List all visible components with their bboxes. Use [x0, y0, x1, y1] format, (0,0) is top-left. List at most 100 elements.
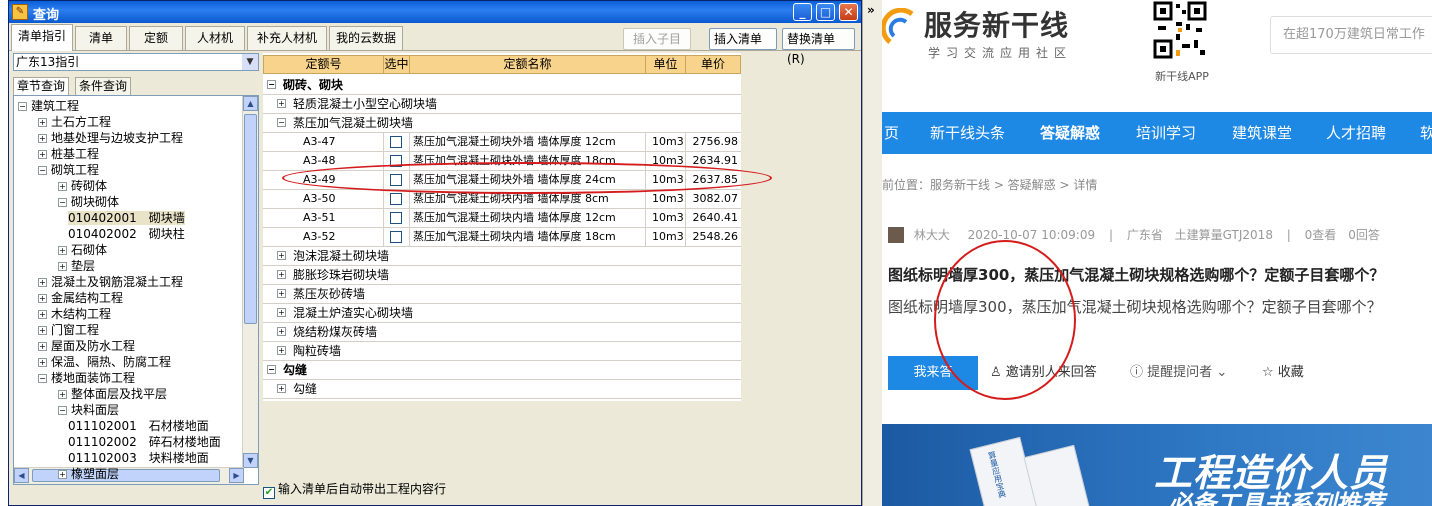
tree-node[interactable]: + 垫层 — [58, 258, 95, 274]
col-name[interactable]: 定额名称 — [410, 56, 646, 73]
subgroup-row[interactable]: − 蒸压加气混凝土砌块墙 — [263, 114, 741, 133]
tab-quota[interactable]: 定额 — [129, 26, 183, 50]
promo-banner[interactable]: 算量应用宝典 工程造价人员 必备工具书系列推荐 — [882, 424, 1432, 506]
title-bar[interactable]: ✎ 查询 _ □ ✕ — [9, 1, 861, 23]
col-unit[interactable]: 单位 — [646, 56, 686, 73]
scroll-right-icon[interactable]: ▶ — [229, 468, 244, 483]
collapse-icon[interactable]: − — [58, 406, 67, 415]
select-checkbox[interactable] — [390, 193, 402, 205]
expand-icon[interactable]: + — [38, 118, 47, 127]
expand-icon[interactable]: + — [277, 289, 286, 298]
select-checkbox[interactable] — [390, 136, 402, 148]
tab-list[interactable]: 清单 — [75, 26, 127, 50]
close-button[interactable]: ✕ — [839, 3, 858, 21]
col-select[interactable]: 选中 — [384, 56, 410, 73]
minimize-button[interactable]: _ — [793, 3, 812, 21]
group-row[interactable]: − 勾缝 — [263, 361, 741, 380]
scroll-thumb[interactable] — [244, 114, 257, 324]
expand-icon[interactable]: + — [277, 308, 286, 317]
tree-node[interactable]: − 建筑工程 — [18, 98, 79, 114]
subgroup-row[interactable]: + 蒸压灰砂砖墙 — [263, 285, 741, 304]
collapse-icon[interactable]: − — [267, 365, 276, 374]
tree-node[interactable]: + 屋面及防水工程 — [38, 338, 135, 354]
expand-icon[interactable]: + — [277, 270, 286, 279]
quota-row[interactable]: A3-50 蒸压加气混凝土砌块内墙 墙体厚度 8cm 10m3 3082.07 — [263, 190, 741, 209]
quota-row[interactable]: A3-47 蒸压加气混凝土砌块外墙 墙体厚度 12cm 10m3 2756.98 — [263, 133, 741, 152]
collapse-icon[interactable]: − — [38, 166, 47, 175]
answer-button[interactable]: 我来答 — [888, 356, 978, 390]
quota-row[interactable]: A3-49 蒸压加气混凝土砌块外墙 墙体厚度 24cm 10m3 2637.85 — [263, 171, 741, 190]
expand-icon[interactable]: + — [38, 310, 47, 319]
tree-node[interactable]: 011102002 碎石材楼地面 — [68, 434, 221, 450]
tree-node[interactable]: 010402002 砌块柱 — [68, 226, 185, 242]
tree-node[interactable]: − 砌块砌体 — [58, 194, 119, 210]
subgroup-row[interactable]: + 陶粒砖墙 — [263, 342, 741, 361]
nav-item[interactable]: 软 — [1420, 112, 1432, 154]
col-price[interactable]: 单价 — [686, 56, 740, 73]
collapse-icon[interactable]: − — [18, 102, 27, 111]
favorite-button[interactable]: ☆ 收藏 — [1262, 356, 1304, 390]
collapse-icon[interactable]: − — [277, 118, 286, 127]
expand-icon[interactable]: + — [58, 390, 67, 399]
tree-node[interactable]: + 门窗工程 — [38, 322, 99, 338]
remind-button[interactable]: ⓘ 提醒提问者 ⌄ — [1130, 356, 1227, 390]
expand-icon[interactable]: + — [58, 470, 67, 479]
auto-bring-checkbox[interactable]: ✔ — [263, 487, 275, 499]
tree-node[interactable]: − 砌筑工程 — [38, 162, 99, 178]
chevron-down-icon[interactable]: ▼ — [242, 54, 258, 70]
tree-node[interactable]: 011102003 块料楼地面 — [68, 450, 209, 466]
scroll-up-icon[interactable]: ▲ — [243, 96, 258, 111]
tab-extra-materials[interactable]: 补充人材机 — [247, 26, 327, 50]
subgroup-row[interactable]: + 膨胀珍珠岩砌块墙 — [263, 266, 741, 285]
tree-node[interactable]: + 石砌体 — [58, 242, 107, 258]
tree-node[interactable]: + 整体面层及找平层 — [58, 386, 167, 402]
scroll-left-icon[interactable]: ◀ — [14, 468, 29, 483]
expand-icon[interactable]: + — [38, 326, 47, 335]
select-checkbox[interactable] — [390, 212, 402, 224]
expand-icon[interactable]: + — [277, 251, 286, 260]
replace-list-button[interactable]: 替换清单(R) — [782, 28, 855, 66]
subgroup-row[interactable]: + 烧结粉煤灰砖墙 — [263, 323, 741, 342]
quota-row[interactable]: A3-48 蒸压加气混凝土砌块外墙 墙体厚度 18cm 10m3 2634.91 — [263, 152, 741, 171]
invite-button[interactable]: ♙ 邀请别人来回答 — [990, 356, 1097, 390]
tree-node[interactable]: + 木结构工程 — [38, 306, 111, 322]
expand-icon[interactable]: + — [58, 182, 67, 191]
select-checkbox[interactable] — [390, 174, 402, 186]
maximize-button[interactable]: □ — [816, 3, 835, 21]
expand-icon[interactable]: + — [38, 294, 47, 303]
group-row[interactable]: − 砌砖、砌块 — [263, 76, 741, 95]
select-checkbox[interactable] — [390, 155, 402, 167]
nav-item[interactable]: 建筑课堂 — [1232, 112, 1292, 154]
tree-node[interactable]: 011102001 石材楼地面 — [68, 418, 209, 434]
tree-node[interactable]: + 土石方工程 — [38, 114, 111, 130]
tree-node[interactable]: + 金属结构工程 — [38, 290, 123, 306]
nav-item[interactable]: 新干线头条 — [930, 112, 1005, 154]
expand-icon[interactable]: + — [277, 384, 286, 393]
expand-icon[interactable]: + — [58, 246, 67, 255]
expand-icon[interactable]: + — [38, 150, 47, 159]
guide-select[interactable]: 广东13指引 ▼ — [13, 53, 259, 71]
quota-row[interactable]: A3-51 蒸压加气混凝土砌块内墙 墙体厚度 12cm 10m3 2640.41 — [263, 209, 741, 228]
subgroup-row[interactable]: + 混凝土炉渣实心砌块墙 — [263, 304, 741, 323]
quota-row[interactable]: A3-52 蒸压加气混凝土砌块内墙 墙体厚度 18cm 10m3 2548.26 — [263, 228, 741, 247]
avatar[interactable] — [888, 227, 904, 243]
nav-item[interactable]: 答疑解惑 — [1040, 112, 1100, 154]
subgroup-row[interactable]: + 轻质混凝土小型空心砌块墙 — [263, 95, 741, 114]
expand-icon[interactable]: + — [277, 99, 286, 108]
tab-list-guide[interactable]: 清单指引 — [11, 24, 73, 51]
expand-icon[interactable]: + — [277, 327, 286, 336]
tab-materials[interactable]: 人材机 — [185, 26, 245, 50]
expand-icon[interactable]: + — [38, 278, 47, 287]
tree-node[interactable]: + 地基处理与边坡支护工程 — [38, 130, 183, 146]
nav-item[interactable]: 人才招聘 — [1326, 112, 1386, 154]
expand-chevron-icon[interactable]: » — [867, 3, 875, 17]
tab-chapter-query[interactable]: 章节查询 — [13, 77, 70, 95]
collapse-icon[interactable]: − — [38, 374, 47, 383]
subgroup-row[interactable]: + 勾缝 — [263, 380, 741, 399]
insert-list-button[interactable]: 插入清单(I) — [709, 28, 777, 66]
expand-icon[interactable]: + — [277, 346, 286, 355]
tree-node[interactable]: + 混凝土及钢筋混凝土工程 — [38, 274, 183, 290]
expand-icon[interactable]: + — [38, 134, 47, 143]
meta-user[interactable]: 林大大 — [914, 228, 950, 242]
tree-node[interactable]: 010402001 砌块墙 — [68, 210, 185, 226]
